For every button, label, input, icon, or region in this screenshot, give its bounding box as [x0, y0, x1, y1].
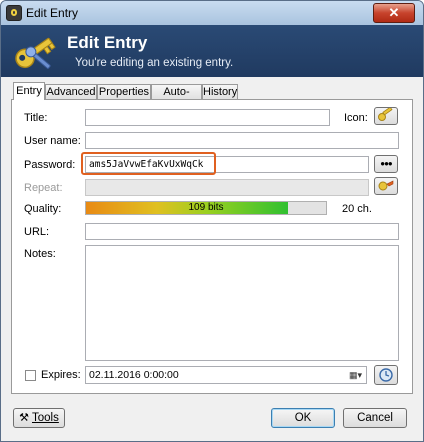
tab-properties[interactable]: Properties: [97, 84, 151, 99]
tab-history[interactable]: History: [202, 84, 238, 99]
url-field[interactable]: [85, 223, 399, 240]
tab-auto-type[interactable]: Auto-Type: [151, 84, 202, 113]
expiry-presets-button[interactable]: [374, 365, 398, 385]
dialog-body: Entry Advanced Properties Auto-Type Hist…: [1, 77, 423, 441]
expires-value: 02.11.2016 0:00:00: [89, 369, 179, 381]
close-button[interactable]: ✕: [373, 3, 415, 23]
generate-password-icon: [378, 180, 394, 191]
quality-bar: 109 bits: [85, 201, 327, 215]
tab-advanced[interactable]: Advanced: [45, 84, 97, 99]
quality-label: Quality:: [24, 203, 62, 215]
window-title: Edit Entry: [26, 6, 79, 20]
username-field[interactable]: [85, 132, 399, 149]
expires-checkbox[interactable]: [25, 370, 36, 381]
repeat-label: Repeat:: [24, 182, 63, 194]
ok-button[interactable]: OK: [271, 408, 335, 428]
calendar-dropdown-icon[interactable]: ▦▾: [349, 367, 362, 383]
show-password-button[interactable]: ●●●: [374, 155, 398, 173]
title-bar[interactable]: Edit Entry ✕: [1, 1, 423, 25]
tools-icon: ⚒: [19, 412, 29, 424]
icon-button[interactable]: [374, 106, 398, 125]
quality-bits: 109 bits: [188, 202, 224, 213]
banner-subtitle: You're editing an existing entry.: [75, 57, 234, 69]
password-length: 20 ch.: [342, 203, 372, 215]
key-small-icon: [378, 106, 393, 121]
tools-label: Tools: [32, 412, 59, 424]
lock-icon: [6, 5, 22, 21]
key-icon: [15, 37, 56, 69]
title-label: Title:: [24, 112, 48, 124]
icon-label: Icon:: [344, 112, 368, 124]
notes-area[interactable]: [85, 245, 399, 361]
password-label: Password:: [24, 159, 76, 171]
edit-entry-window: Edit Entry ✕ Edit Entry You're editing a…: [0, 0, 424, 442]
tools-button[interactable]: ⚒ Tools: [13, 408, 65, 428]
entry-panel: Title: Icon: User name: Password: ams5Ja…: [11, 99, 413, 394]
expires-label: Expires:: [41, 369, 81, 381]
expires-field[interactable]: 02.11.2016 0:00:00 ▦▾: [85, 366, 367, 384]
url-label: URL:: [24, 226, 50, 238]
banner-heading: Edit Entry: [67, 33, 148, 52]
repeat-field[interactable]: [85, 179, 369, 196]
tab-entry[interactable]: Entry: [13, 82, 45, 100]
banner: Edit Entry You're editing an existing en…: [1, 25, 423, 77]
username-label: User name:: [24, 135, 81, 147]
notes-label: Notes:: [24, 248, 56, 260]
calendar-icon: [379, 368, 393, 382]
generate-password-button[interactable]: [374, 177, 398, 195]
cancel-button[interactable]: Cancel: [343, 408, 407, 428]
title-field[interactable]: [85, 109, 330, 126]
password-highlight: [81, 152, 216, 175]
